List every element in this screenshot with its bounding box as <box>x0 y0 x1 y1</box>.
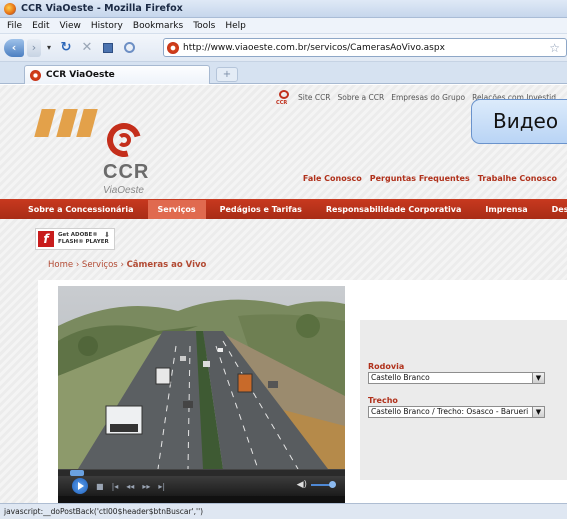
decorative-stripe <box>34 109 56 137</box>
ccr-swirl-icon <box>279 90 290 99</box>
nav-sobre-concessionaria[interactable]: Sobre a Concessionária <box>28 205 134 214</box>
reload-button[interactable]: ↻ <box>57 39 75 57</box>
tab-bar: CCR ViaOeste + <box>0 62 567 84</box>
download-icon: ⬇ <box>104 231 110 239</box>
flash-line2: FLASH® PLAYER <box>58 239 109 245</box>
link-perguntas-frequentes[interactable]: Perguntas Frequentes <box>370 174 470 183</box>
nav-destaques[interactable]: Destaques <box>552 205 567 214</box>
rodovia-label: Rodovia <box>368 362 405 371</box>
logo-text[interactable]: CCR <box>103 161 149 184</box>
menu-tools[interactable]: Tools <box>188 21 220 31</box>
ccr-mini-logo-text: CCR <box>276 100 288 106</box>
site-favicon-icon <box>167 41 179 54</box>
logo-subtitle: ViaOeste <box>103 185 144 196</box>
nav-imprensa[interactable]: Imprensa <box>485 205 527 214</box>
flash-line1: Get ADOBE® <box>58 232 98 238</box>
menu-view[interactable]: View <box>55 21 86 31</box>
firefox-icon <box>4 2 16 15</box>
menu-bar: File Edit View History Bookmarks Tools H… <box>0 18 567 34</box>
breadcrumb-servicos[interactable]: Serviços <box>82 260 118 270</box>
ccr-mini-logo: CCR <box>276 89 292 106</box>
menu-bookmarks[interactable]: Bookmarks <box>128 21 188 31</box>
breadcrumb-current: Câmeras ao Vivo <box>126 260 207 270</box>
decorative-stripe <box>76 109 98 137</box>
breadcrumb: Home › Serviços › Câmeras ao Vivo <box>48 260 206 270</box>
nav-responsabilidade[interactable]: Responsabilidade Corporativa <box>326 205 462 214</box>
rodovia-selected-value: Castello Branco <box>371 373 430 382</box>
forward-arrow-icon: › <box>31 41 37 54</box>
status-bar: javascript:__doPostBack('ctl00$header$bt… <box>0 503 567 519</box>
link-trabalhe-conosco[interactable]: Trabalhe Conosco <box>478 174 557 183</box>
tab-ccr-viaoeste[interactable]: CCR ViaOeste <box>24 65 210 84</box>
menu-file[interactable]: File <box>2 21 27 31</box>
volume-slider[interactable] <box>311 481 336 488</box>
header-links: Fale Conosco Perguntas Frequentes Trabal… <box>295 174 557 183</box>
rewind-icon[interactable]: ◂◂ <box>126 482 134 491</box>
volume-control[interactable]: ◀) <box>297 480 336 490</box>
window-titlebar: CCR ViaOeste - Mozilla Firefox <box>0 0 567 18</box>
address-bar[interactable]: http://www.viaoeste.com.br/servicos/Came… <box>163 38 567 57</box>
nav-servicos[interactable]: Serviços <box>147 199 206 219</box>
breadcrumb-home[interactable]: Home <box>48 260 73 270</box>
speaker-icon[interactable]: ◀) <box>297 480 307 490</box>
main-navigation: Sobre a Concessionária Serviços Pedágios… <box>0 199 567 219</box>
home-button[interactable] <box>99 39 117 57</box>
highway-camera-frame <box>58 286 345 469</box>
menu-edit[interactable]: Edit <box>27 21 54 31</box>
volume-knob[interactable] <box>329 481 336 488</box>
flash-icon: f <box>38 231 54 247</box>
fast-forward-icon[interactable]: ▸▸ <box>142 482 150 491</box>
link-fale-conosco[interactable]: Fale Conosco <box>303 174 362 183</box>
tab-title: CCR ViaOeste <box>46 70 115 80</box>
stop-button[interactable]: ✕ <box>78 39 96 57</box>
video-controls: ■ |◂ ◂◂ ▸▸ ▸| ◀) <box>58 476 345 496</box>
video-timeline[interactable] <box>58 469 345 476</box>
stop-icon: ✕ <box>81 40 93 55</box>
nav-pedagios-tarifas[interactable]: Pedágios e Tarifas <box>220 205 302 214</box>
menu-help[interactable]: Help <box>220 21 251 31</box>
breadcrumb-separator: › <box>120 260 124 270</box>
new-tab-button[interactable]: + <box>216 67 238 82</box>
decorative-stripe <box>56 109 78 137</box>
rodovia-select[interactable]: Castello Branco ▼ <box>368 372 545 384</box>
chevron-down-icon: ▾ <box>46 43 51 52</box>
play-button[interactable] <box>72 478 88 494</box>
get-flash-player-badge[interactable]: f Get ADOBE® FLASH® PLAYER ⬇ <box>35 228 115 250</box>
chevron-down-icon[interactable]: ▼ <box>532 373 544 383</box>
forward-button[interactable]: › <box>27 38 41 57</box>
bookmark-star-icon[interactable]: ☆ <box>549 41 560 55</box>
web-page: CCR Site CCR Sobre a CCR Empresas do Gru… <box>0 85 567 503</box>
top-link-site-ccr[interactable]: Site CCR <box>298 93 330 102</box>
back-button[interactable]: ‹ <box>4 38 24 57</box>
tab-favicon-icon <box>30 69 41 81</box>
live-camera-video-player[interactable]: ■ |◂ ◂◂ ▸▸ ▸| ◀) <box>58 286 345 503</box>
top-link-sobre-ccr[interactable]: Sobre a CCR <box>338 93 385 102</box>
menu-history[interactable]: History <box>86 21 128 31</box>
video-overlay-label: Видео <box>471 99 567 144</box>
navigation-toolbar: ‹ › ▾ ↻ ✕ http://www.viaoeste.com.br/ser… <box>0 34 567 62</box>
top-link-empresas[interactable]: Empresas do Grupo <box>391 93 465 102</box>
history-dropdown-button[interactable]: ▾ <box>44 39 54 57</box>
reload-icon: ↻ <box>60 40 72 55</box>
skip-forward-icon[interactable]: ▸| <box>158 482 165 491</box>
flash-badge-text: Get ADOBE® FLASH® PLAYER <box>58 232 109 246</box>
address-url[interactable]: http://www.viaoeste.com.br/servicos/Came… <box>183 43 445 53</box>
skip-back-icon[interactable]: |◂ <box>112 482 119 491</box>
trecho-selected-value: Castello Branco / Trecho: Osasco - Barue… <box>371 407 529 416</box>
breadcrumb-separator: › <box>75 260 80 270</box>
chevron-down-icon[interactable]: ▼ <box>532 407 544 417</box>
clock-icon <box>123 42 135 53</box>
window-title: CCR ViaOeste - Mozilla Firefox <box>21 3 183 14</box>
content-area: ■ |◂ ◂◂ ▸▸ ▸| ◀) Rodovia Castello Branco… <box>38 280 567 503</box>
trecho-label: Trecho <box>368 396 398 405</box>
stop-icon[interactable]: ■ <box>96 482 104 491</box>
trecho-select[interactable]: Castello Branco / Trecho: Osasco - Barue… <box>368 406 545 418</box>
home-icon <box>103 42 113 53</box>
history-button[interactable] <box>120 39 138 57</box>
back-arrow-icon: ‹ <box>11 41 17 54</box>
ccr-logo-icon[interactable] <box>100 116 148 164</box>
camera-selection-panel: Rodovia Castello Branco ▼ Trecho Castell… <box>360 320 567 480</box>
